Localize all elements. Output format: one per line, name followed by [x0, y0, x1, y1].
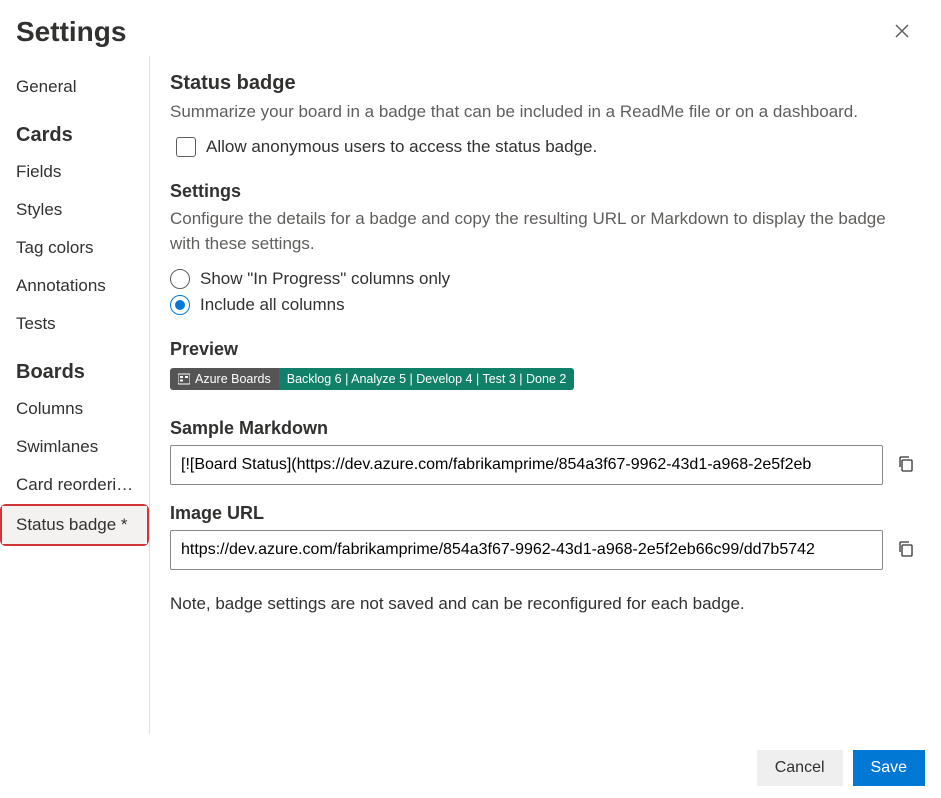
settings-subheading: Settings	[170, 181, 917, 202]
boards-icon	[178, 373, 190, 385]
nav-heading-boards: Boards	[16, 343, 149, 390]
settings-note: Note, badge settings are not saved and c…	[170, 594, 917, 614]
settings-sidebar: General Cards Fields Styles Tag colors A…	[0, 56, 150, 734]
nav-status-badge[interactable]: Status badge *	[2, 506, 147, 544]
nav-tests[interactable]: Tests	[16, 305, 149, 343]
allow-anonymous-label: Allow anonymous users to access the stat…	[206, 137, 597, 157]
radio-all-row[interactable]: Include all columns	[170, 295, 917, 315]
main-panel: Status badge Summarize your board in a b…	[150, 56, 941, 734]
nav-card-reordering[interactable]: Card reorderi…	[16, 466, 149, 504]
copy-icon	[897, 540, 915, 558]
dialog-title: Settings	[16, 16, 126, 48]
close-icon	[895, 24, 909, 38]
settings-desc: Configure the details for a badge and co…	[170, 206, 917, 257]
radio-all[interactable]	[170, 295, 190, 315]
copy-url-button[interactable]	[897, 540, 917, 560]
preview-heading: Preview	[170, 339, 917, 360]
image-url-input[interactable]	[170, 530, 883, 570]
badge-preview: Azure Boards Backlog 6 | Analyze 5 | Dev…	[170, 368, 574, 390]
allow-anonymous-checkbox[interactable]	[176, 137, 196, 157]
nav-swimlanes[interactable]: Swimlanes	[16, 428, 149, 466]
radio-inprogress[interactable]	[170, 269, 190, 289]
radio-inprogress-label: Show "In Progress" columns only	[200, 269, 450, 289]
cancel-button[interactable]: Cancel	[757, 750, 843, 786]
nav-columns[interactable]: Columns	[16, 390, 149, 428]
nav-heading-cards: Cards	[16, 106, 149, 153]
allow-anonymous-row[interactable]: Allow anonymous users to access the stat…	[176, 137, 917, 157]
badge-right-text: Backlog 6 | Analyze 5 | Develop 4 | Test…	[279, 368, 575, 390]
copy-icon	[897, 455, 915, 473]
status-badge-desc: Summarize your board in a badge that can…	[170, 99, 917, 125]
nav-tag-colors[interactable]: Tag colors	[16, 229, 149, 267]
nav-fields[interactable]: Fields	[16, 153, 149, 191]
nav-general[interactable]: General	[16, 68, 149, 106]
image-url-label: Image URL	[170, 503, 917, 524]
save-button[interactable]: Save	[853, 750, 925, 786]
close-button[interactable]	[887, 18, 917, 47]
nav-styles[interactable]: Styles	[16, 191, 149, 229]
status-badge-heading: Status badge	[170, 72, 917, 95]
copy-markdown-button[interactable]	[897, 455, 917, 475]
dialog-footer: Cancel Save	[757, 750, 925, 786]
badge-left-text: Azure Boards	[195, 372, 271, 386]
sample-markdown-input[interactable]	[170, 445, 883, 485]
sample-markdown-label: Sample Markdown	[170, 418, 917, 439]
nav-annotations[interactable]: Annotations	[16, 267, 149, 305]
radio-inprogress-row[interactable]: Show "In Progress" columns only	[170, 269, 917, 289]
radio-all-label: Include all columns	[200, 295, 345, 315]
